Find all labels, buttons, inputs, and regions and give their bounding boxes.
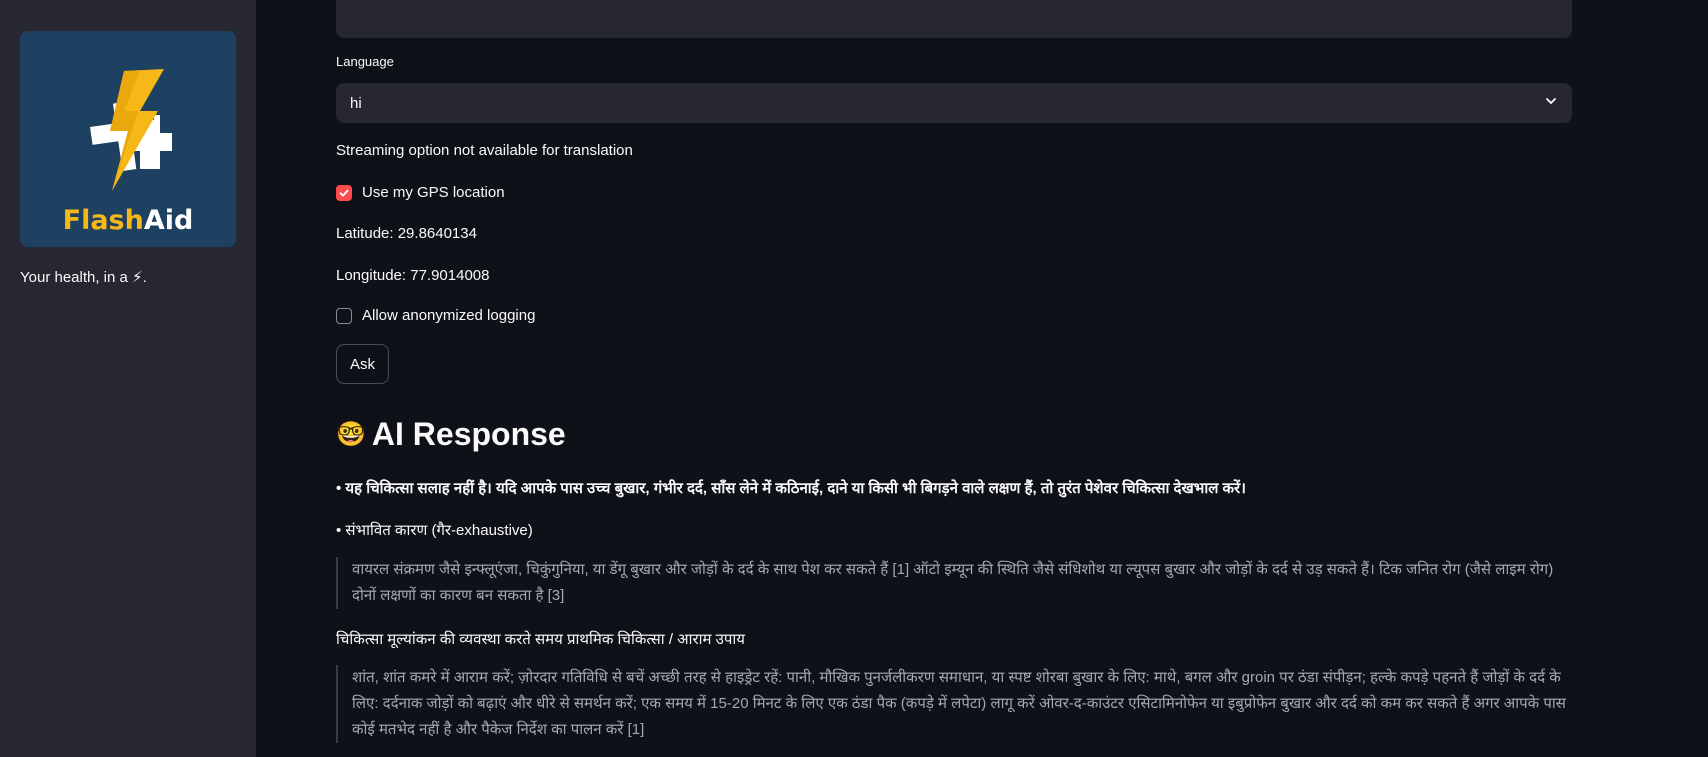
gps-checkbox-label: Use my GPS location: [362, 184, 505, 201]
latitude-text: Latitude: 29.8640134: [336, 225, 477, 242]
causes-heading: • संभावित कारण (गैर-exhaustive): [336, 522, 533, 539]
disclaimer-text: • यह चिकित्सा सलाह नहीं है। यदि आपके पास…: [336, 480, 1246, 497]
nerd-face-icon: 🤓: [336, 421, 366, 448]
streaming-note: Streaming option not available for trans…: [336, 142, 633, 159]
firstaid-quote: शांत, शांत कमरे में आराम करें; ज़ोरदार ग…: [336, 665, 1572, 743]
app-root: FlashAid Your health, in a ⚡. Language h…: [0, 0, 1708, 757]
language-select-value: hi: [350, 94, 362, 112]
chevron-down-icon: [1544, 94, 1558, 112]
query-input[interactable]: [336, 0, 1572, 38]
logo-word-flash: Flash: [62, 205, 144, 236]
ai-response-title: AI Response: [371, 416, 566, 452]
main-content: Language hi Streaming option not availab…: [256, 0, 1708, 757]
ask-button[interactable]: Ask: [336, 344, 390, 384]
logo-word-aid: Aid: [143, 205, 194, 236]
language-select[interactable]: hi: [336, 83, 1572, 123]
firstaid-heading: चिकित्सा मूल्यांकन की व्यवस्था करते समय …: [336, 631, 745, 648]
sidebar: FlashAid Your health, in a ⚡.: [0, 0, 256, 757]
gps-checkbox[interactable]: Use my GPS location: [336, 184, 505, 201]
checkbox-checked-icon[interactable]: [336, 184, 352, 201]
logging-checkbox-label: Allow anonymized logging: [362, 307, 536, 324]
tagline: Your health, in a ⚡.: [20, 269, 147, 286]
causes-quote: वायरल संक्रमण जैसे इन्फ्लूएंजा, चिकुंगुन…: [336, 557, 1572, 609]
ai-response-heading: 🤓 AI Response: [336, 416, 566, 453]
logging-checkbox[interactable]: Allow anonymized logging: [336, 307, 535, 324]
logo-wordmark: FlashAid: [20, 205, 236, 236]
flashaid-logo: FlashAid: [20, 31, 236, 247]
language-label: Language: [336, 54, 394, 69]
checkbox-unchecked-icon[interactable]: [336, 307, 352, 324]
longitude-text: Longitude: 77.9014008: [336, 267, 490, 284]
